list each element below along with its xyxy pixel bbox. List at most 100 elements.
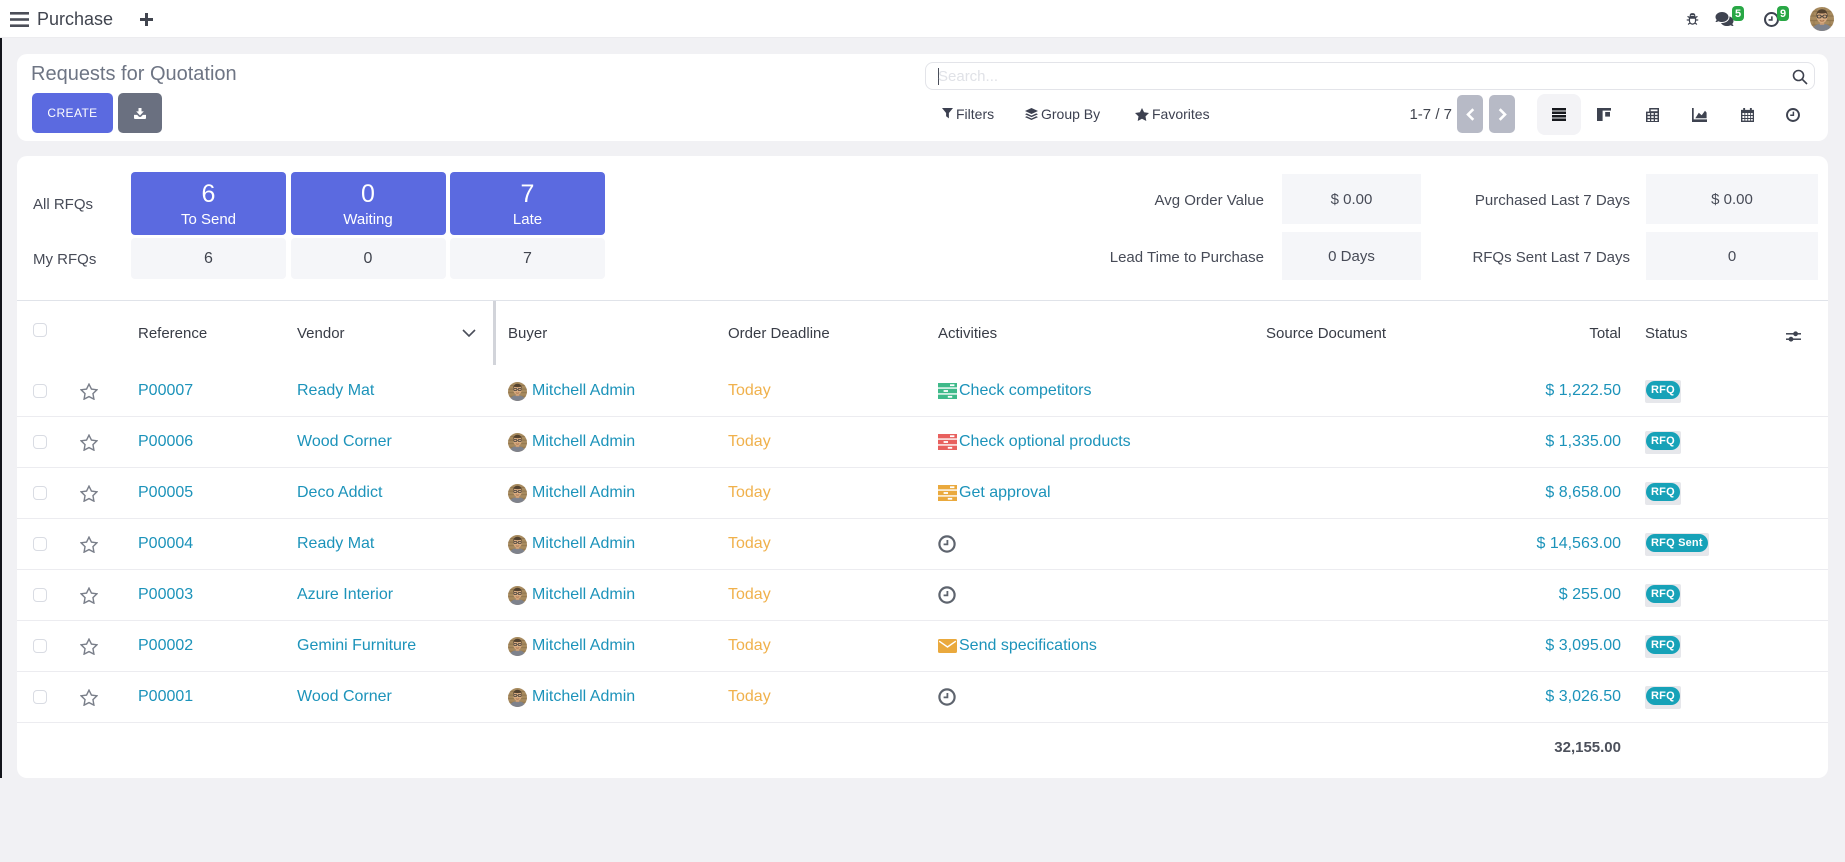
order-deadline[interactable]: Today (728, 417, 771, 468)
order-deadline[interactable]: Today (728, 672, 771, 723)
row-checkbox[interactable] (33, 537, 47, 551)
pager-previous-button[interactable] (1457, 95, 1483, 133)
buyer-cell[interactable]: Mitchell Admin (508, 672, 635, 723)
table-row[interactable]: P00006 Wood Corner Mitchell Admin Today Chec… (17, 417, 1828, 468)
favorite-star[interactable] (80, 417, 120, 468)
view-switch-list[interactable] (1537, 94, 1581, 135)
order-deadline[interactable]: Today (728, 621, 771, 672)
view-switch-graph[interactable] (1677, 94, 1721, 135)
activity-label[interactable]: Get approval (959, 484, 1051, 502)
buyer-cell[interactable]: Mitchell Admin (508, 366, 635, 417)
rfq-reference-link[interactable]: P00007 (138, 366, 193, 417)
order-deadline[interactable]: Today (728, 519, 771, 570)
export-button[interactable] (118, 93, 162, 133)
vendor-link[interactable]: Ready Mat (297, 366, 374, 417)
table-row[interactable]: P00003Azure InteriorMitchell AdminToday$… (17, 570, 1828, 621)
rfq-reference-link[interactable]: P00002 (138, 621, 193, 672)
rfq-reference-link[interactable]: P00005 (138, 468, 193, 519)
rfq-reference-link[interactable]: P00003 (138, 570, 193, 621)
activity-cell[interactable] (938, 519, 956, 570)
column-header-vendor[interactable]: Vendor (297, 325, 345, 342)
optional-columns-icon[interactable] (1786, 329, 1801, 346)
pager-next-button[interactable] (1489, 95, 1515, 133)
favorites-button[interactable]: Favorites (1135, 96, 1210, 132)
favorite-star[interactable] (80, 519, 120, 570)
order-deadline[interactable]: Today (728, 366, 771, 417)
envelope-icon[interactable] (938, 639, 957, 653)
buyer-cell[interactable]: Mitchell Admin (508, 570, 635, 621)
favorite-star[interactable] (80, 468, 120, 519)
new-tab-plus-icon[interactable] (134, 7, 158, 31)
app-name[interactable]: Purchase (37, 9, 113, 30)
select-all-checkbox[interactable] (33, 323, 47, 337)
user-menu[interactable] (1810, 7, 1834, 31)
search-icon[interactable] (1792, 69, 1808, 90)
my-rfq-tile-late[interactable]: 7 (450, 238, 605, 279)
tasks-green-icon[interactable] (938, 383, 957, 399)
column-header-total[interactable]: Total (1589, 325, 1621, 342)
activity-cell[interactable] (938, 672, 956, 723)
row-checkbox[interactable] (33, 588, 47, 602)
column-header-status[interactable]: Status (1645, 325, 1688, 342)
activity-cell[interactable]: Get approval (938, 468, 1051, 519)
order-deadline[interactable]: Today (728, 468, 771, 519)
activity-label[interactable]: Check competitors (959, 382, 1092, 400)
buyer-cell[interactable]: Mitchell Admin (508, 468, 635, 519)
vendor-link[interactable]: Wood Corner (297, 417, 392, 468)
activity-cell[interactable]: Check competitors (938, 366, 1092, 417)
activity-cell[interactable]: Send specifications (938, 621, 1097, 672)
favorite-star[interactable] (80, 672, 120, 723)
my-rfq-tile-waiting[interactable]: 0 (291, 238, 446, 279)
order-deadline[interactable]: Today (728, 570, 771, 621)
table-row[interactable]: P00007 Ready Mat Mitchell Admin Today Check … (17, 366, 1828, 417)
table-row[interactable]: P00001Wood CornerMitchell AdminToday$ 3,… (17, 672, 1828, 723)
column-header-buyer[interactable]: Buyer (508, 325, 547, 342)
search-input[interactable] (938, 63, 1778, 89)
activity-cell[interactable]: Check optional products (938, 417, 1131, 468)
buyer-cell[interactable]: Mitchell Admin (508, 519, 635, 570)
vendor-link[interactable]: Gemini Furniture (297, 621, 416, 672)
row-checkbox[interactable] (33, 384, 47, 398)
clock-icon[interactable] (938, 688, 956, 706)
rfq-tile-late[interactable]: 7Late (450, 172, 605, 235)
debug-bug-icon[interactable] (1682, 8, 1702, 30)
vendor-link[interactable]: Ready Mat (297, 519, 374, 570)
favorite-star[interactable] (80, 366, 120, 417)
column-header-activities[interactable]: Activities (938, 325, 997, 342)
activity-cell[interactable] (938, 570, 956, 621)
table-row[interactable]: P00002 Gemini Furniture Mitchell Admin Toda… (17, 621, 1828, 672)
buyer-cell[interactable]: Mitchell Admin (508, 417, 635, 468)
column-header-reference[interactable]: Reference (138, 325, 207, 342)
rfq-tile-waiting[interactable]: 0Waiting (291, 172, 446, 235)
activity-label[interactable]: Send specifications (959, 637, 1097, 655)
vendor-link[interactable]: Azure Interior (297, 570, 393, 621)
column-header-source[interactable]: Source Document (1266, 325, 1386, 342)
rfq-tile-to-send[interactable]: 6To Send (131, 172, 286, 235)
favorite-star[interactable] (80, 621, 120, 672)
row-checkbox[interactable] (33, 486, 47, 500)
view-switch-kanban[interactable] (1582, 94, 1626, 135)
rfq-reference-link[interactable]: P00006 (138, 417, 193, 468)
tasks-red-icon[interactable] (938, 434, 957, 450)
view-switch-calendar[interactable] (1725, 94, 1769, 135)
create-button[interactable]: CREATE (32, 93, 113, 133)
buyer-cell[interactable]: Mitchell Admin (508, 621, 635, 672)
vendor-link[interactable]: Deco Addict (297, 468, 382, 519)
row-checkbox[interactable] (33, 435, 47, 449)
column-resize-divider[interactable] (493, 301, 496, 365)
view-switch-activity[interactable] (1771, 94, 1815, 135)
favorite-star[interactable] (80, 570, 120, 621)
row-checkbox[interactable] (33, 690, 47, 704)
filters-button[interactable]: Filters (942, 96, 994, 132)
activity-label[interactable]: Check optional products (959, 433, 1131, 451)
my-rfq-tile-to-send[interactable]: 6 (131, 238, 286, 279)
apps-menu-icon[interactable] (0, 0, 38, 38)
clock-icon[interactable] (938, 586, 956, 604)
rfq-reference-link[interactable]: P00004 (138, 519, 193, 570)
rfq-reference-link[interactable]: P00001 (138, 672, 193, 723)
clock-icon[interactable] (938, 535, 956, 553)
view-switch-pivot[interactable] (1630, 94, 1674, 135)
table-row[interactable]: P00004Ready MatMitchell AdminToday$ 14,5… (17, 519, 1828, 570)
vendor-link[interactable]: Wood Corner (297, 672, 392, 723)
tasks-amber-icon[interactable] (938, 485, 957, 501)
